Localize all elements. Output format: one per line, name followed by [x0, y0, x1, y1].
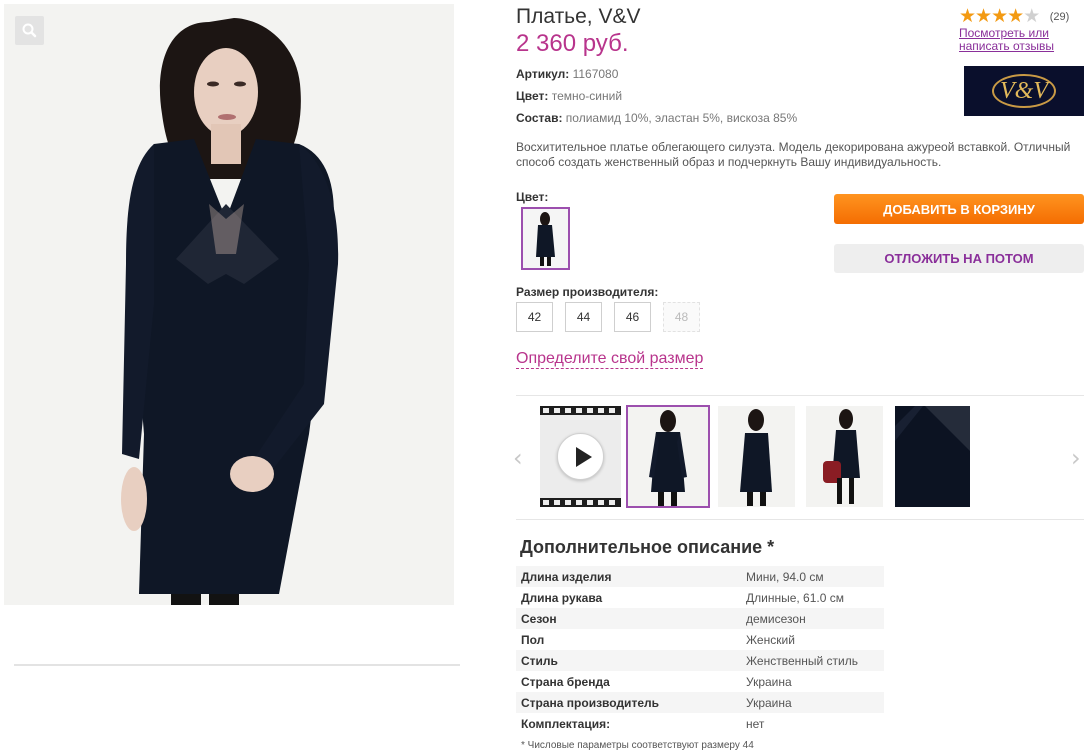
color-swatch-image [536, 212, 555, 266]
size-label: Размер производителя: [516, 285, 659, 299]
size-option[interactable]: 42 [516, 302, 553, 332]
video-thumbnail[interactable] [540, 406, 621, 507]
rating[interactable]: ★★★★★ (29) [959, 5, 1069, 28]
attr-article: Артикул: 1167080 [516, 67, 618, 81]
chevron-right-icon[interactable]: › [1071, 444, 1081, 472]
spec-value: нет [746, 716, 765, 731]
thumbnail-bag-image [823, 409, 860, 504]
attr-article-label: Артикул: [516, 67, 570, 81]
add-to-cart-button[interactable]: ДОБАВИТЬ В КОРЗИНУ [834, 194, 1084, 224]
spec-key: Длина рукава [521, 590, 603, 605]
rating-stars[interactable]: ★★★★★ [959, 5, 1040, 28]
gallery-thumbnail-back[interactable] [718, 406, 795, 507]
star-icon: ★ [1007, 6, 1024, 27]
film-strip-top [540, 406, 621, 415]
size-options: 42 44 46 48 [516, 302, 700, 332]
gallery-thumbnail-bag[interactable] [806, 406, 883, 507]
magnifier-icon [22, 23, 37, 38]
table-row: Длина рукава Длинные, 61.0 см [516, 587, 884, 608]
model-in-dress-image [121, 18, 339, 605]
spec-value: Женский [746, 632, 795, 647]
spec-key: Сезон [516, 608, 741, 629]
attr-color: Цвет: темно-синий [516, 89, 622, 103]
star-empty-icon: ★ [1023, 6, 1040, 27]
gallery-thumbnail-front[interactable] [626, 405, 710, 508]
chevron-left-icon[interactable]: ‹ [513, 444, 523, 472]
spec-value: Украина [746, 674, 792, 689]
table-row: Пол Женский [516, 629, 884, 650]
spec-key: Пол [521, 632, 545, 647]
attr-color-label: Цвет: [516, 89, 549, 103]
table-row: Страна бренда Украина [516, 671, 884, 692]
spec-key: Страна бренда [521, 674, 610, 689]
size-option[interactable]: 44 [565, 302, 602, 332]
specs-footnote: * Числовые параметры соответствуют разме… [521, 740, 754, 751]
attr-color-value: темно-синий [551, 89, 623, 103]
table-row: Длина изделия Мини, 94.0 см [516, 566, 884, 587]
attr-article-value: 1167080 [572, 67, 619, 81]
gallery-bottom-divider [516, 519, 1084, 520]
thumbnail-back-image [740, 409, 772, 506]
left-divider [14, 664, 460, 666]
size-option[interactable]: 46 [614, 302, 651, 332]
spec-value: Длинные, 61.0 см [746, 590, 844, 605]
table-row: Стиль Женственный стиль [516, 650, 884, 671]
product-price: 2 360 руб. [516, 30, 629, 57]
size-option-unavailable: 48 [663, 302, 700, 332]
attr-composition-label: Состав: [516, 111, 563, 125]
brand-logo[interactable]: V&V [964, 66, 1084, 116]
gallery-top-divider [516, 395, 1084, 396]
spec-value: Мини, 94.0 см [741, 566, 884, 587]
zoom-button[interactable] [15, 16, 44, 45]
attr-composition: Состав: полиамид 10%, эластан 5%, вискоз… [516, 111, 797, 125]
star-icon: ★ [975, 6, 992, 27]
spec-value: Женственный стиль [741, 650, 884, 671]
gallery-thumbnail-detail[interactable] [895, 406, 970, 507]
spec-key: Комплектация: [521, 716, 611, 731]
color-label: Цвет: [516, 190, 549, 204]
film-strip-bottom [540, 498, 621, 507]
attr-composition-value: полиамид 10%, эластан 5%, вискоза 85% [565, 111, 798, 125]
color-swatch-dark-blue[interactable] [521, 207, 570, 270]
rating-count: (29) [1049, 10, 1070, 23]
additional-description-title: Дополнительное описание * [520, 537, 775, 557]
table-row: Сезон демисезон [516, 608, 884, 629]
specs-table: Длина изделия Мини, 94.0 см Длина рукава… [516, 566, 884, 734]
table-row: Комплектация: нет [516, 713, 884, 734]
product-main-photo[interactable] [4, 4, 454, 605]
save-for-later-button[interactable]: ОТЛОЖИТЬ НА ПОТОМ [834, 244, 1084, 273]
product-title: Платье, V&V [516, 5, 641, 28]
spec-key: Стиль [516, 650, 741, 671]
product-description: Восхитительное платье облегающего силуэт… [516, 140, 1071, 169]
spec-value: демисезон [741, 608, 884, 629]
star-icon: ★ [959, 6, 976, 27]
thumbnail-detail-image [895, 406, 970, 507]
size-guide-link[interactable]: Определите свой размер [516, 349, 704, 369]
table-row: Страна производитель Украина [516, 692, 884, 713]
brand-logo-text: V&V [1000, 77, 1048, 104]
star-icon: ★ [991, 6, 1008, 27]
spec-key: Длина изделия [516, 566, 741, 587]
spec-key: Страна производитель [516, 692, 741, 713]
reviews-link[interactable]: Посмотреть или написать отзывы [959, 27, 1069, 53]
thumbnail-front-image [649, 410, 687, 506]
play-icon[interactable] [557, 433, 604, 480]
spec-value: Украина [741, 692, 884, 713]
